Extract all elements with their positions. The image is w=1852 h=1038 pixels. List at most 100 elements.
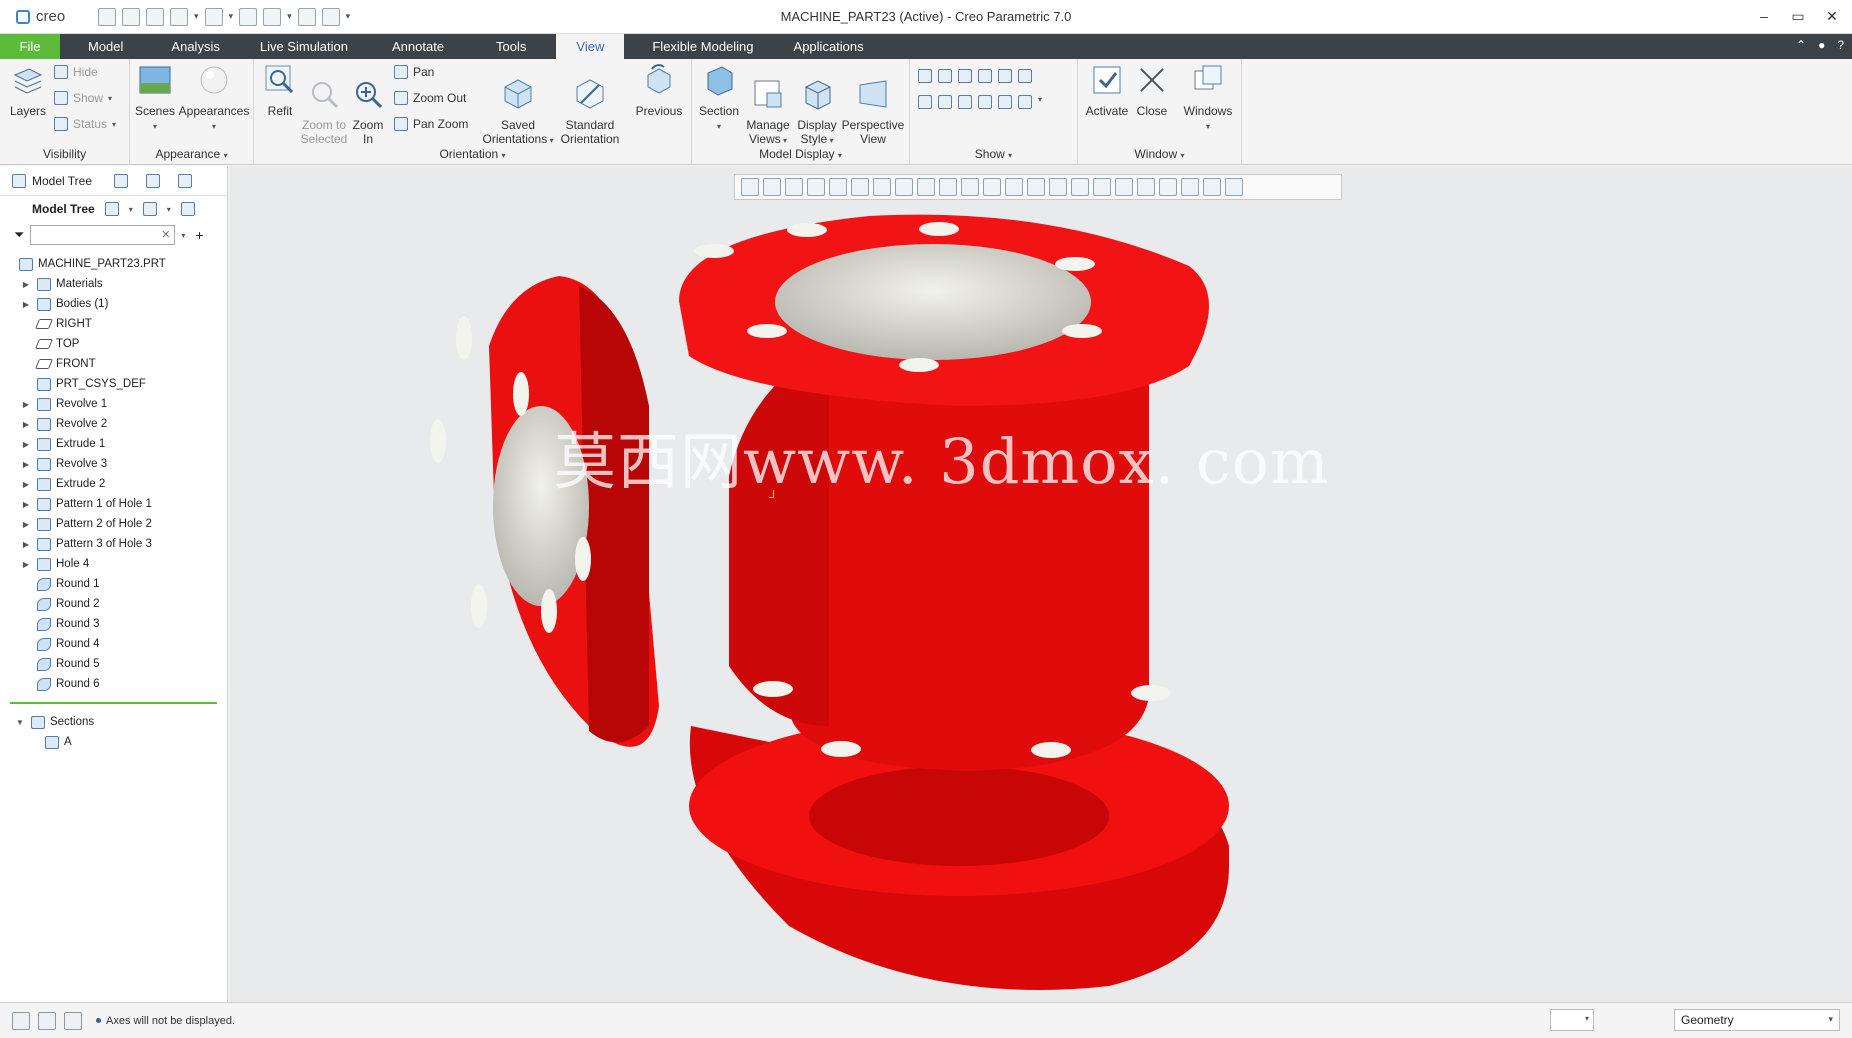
refit-button[interactable]: Refit (260, 63, 300, 118)
collapse-ribbon-icon[interactable]: ⌃ (1796, 38, 1806, 52)
show-dropdown-tree[interactable]: ▾ (167, 205, 171, 214)
selection-filter-select[interactable]: Geometry ▾ (1674, 1009, 1840, 1031)
csys-tag-icon[interactable] (978, 95, 992, 109)
saved-orientations-button[interactable]: Saved Orientations ▾ (482, 63, 554, 148)
windows-icon[interactable] (263, 7, 282, 26)
expand-arrow-icon[interactable]: ▶ (20, 500, 32, 509)
tree-item[interactable]: ▶ Hole 4 (0, 554, 227, 574)
history-icon[interactable] (178, 173, 193, 188)
tree-item[interactable]: ▶ Materials (0, 274, 227, 294)
expand-arrow-icon[interactable]: ▶ (20, 480, 32, 489)
tree-filter-icon[interactable] (180, 202, 195, 216)
tree-settings-dropdown[interactable]: ▾ (129, 205, 133, 214)
tree-root[interactable]: MACHINE_PART23.PRT (0, 254, 227, 274)
group-label-window[interactable]: Window ▾ (1078, 147, 1241, 161)
tree-item[interactable]: Round 6 (0, 674, 227, 694)
browser-toggle-icon[interactable] (38, 1011, 56, 1030)
tree-item[interactable]: ▶ Pattern 1 of Hole 1 (0, 494, 227, 514)
close-icon[interactable]: ✕ (1822, 6, 1842, 26)
add-filter-icon[interactable]: + (195, 227, 203, 243)
graphics-window[interactable]: ⅃ 莫西网www. 3dmox. com (229, 166, 1852, 1002)
tree-item[interactable]: Round 3 (0, 614, 227, 634)
activate-button[interactable]: Activate (1082, 63, 1132, 118)
collapse-arrow-icon[interactable]: ▼ (14, 718, 26, 727)
expand-arrow-icon[interactable]: ▶ (20, 400, 32, 409)
appearances-button[interactable]: Appearances ▾ (176, 63, 252, 134)
expand-arrow-icon[interactable]: ▶ (20, 460, 32, 469)
close-window-icon[interactable] (297, 7, 316, 26)
display-style-button[interactable]: Display Style ▾ (794, 63, 840, 148)
undo-dropdown[interactable]: ▾ (194, 11, 199, 22)
customize-icon[interactable] (321, 7, 340, 26)
tab-flexible-modeling[interactable]: Flexible Modeling (624, 34, 773, 59)
tree-item[interactable]: ▶ Revolve 2 (0, 414, 227, 434)
redo-dropdown[interactable]: ▾ (229, 11, 234, 22)
scenes-button[interactable]: Scenes ▾ (132, 63, 178, 134)
tree-item[interactable]: Round 1 (0, 574, 227, 594)
point-tag-icon[interactable] (958, 95, 972, 109)
tree-item[interactable]: ▶ Revolve 3 (0, 454, 227, 474)
axis-display-icon[interactable] (938, 69, 952, 83)
section-button[interactable]: Section ▾ (696, 63, 742, 134)
minimize-icon[interactable]: – (1754, 6, 1774, 26)
zoom-to-selected-button[interactable]: Zoom to Selected (296, 63, 352, 146)
search-dropdown[interactable]: ▾ (181, 231, 185, 240)
tab-applications[interactable]: Applications (774, 34, 884, 59)
group-label-appearance[interactable]: Appearance ▾ (130, 147, 253, 161)
pan-zoom-button[interactable]: Pan Zoom (394, 117, 468, 131)
tree-section-item[interactable]: A (0, 732, 227, 752)
full-screen-icon[interactable] (64, 1011, 82, 1030)
tree-item[interactable]: ▶ Bodies (1) (0, 294, 227, 314)
favorites-icon[interactable] (146, 173, 161, 188)
group-label-model-display[interactable]: Model Display ▾ (692, 147, 909, 161)
qat-customize-dropdown[interactable]: ▾ (346, 11, 351, 22)
previous-button[interactable]: Previous (632, 63, 686, 118)
tree-sections[interactable]: ▼ Sections (0, 712, 227, 732)
tab-analysis[interactable]: Analysis (143, 34, 239, 59)
tree-item[interactable]: ▶ Revolve 1 (0, 394, 227, 414)
undo-icon[interactable] (170, 7, 188, 26)
tab-model-tree[interactable]: Model Tree (12, 173, 92, 188)
folder-browser-icon[interactable] (114, 173, 129, 188)
spin-center-icon[interactable] (998, 69, 1012, 83)
expand-arrow-icon[interactable]: ▶ (20, 440, 32, 449)
windows-dropdown[interactable]: ▾ (287, 11, 292, 22)
plane-display-icon[interactable] (918, 69, 932, 83)
tab-annotate[interactable]: Annotate (368, 34, 464, 59)
navigator-toggle-icon[interactable] (12, 1011, 30, 1030)
expand-arrow-icon[interactable]: ▶ (20, 280, 32, 289)
close-button[interactable]: Close (1132, 63, 1172, 118)
maximize-icon[interactable]: ▭ (1788, 6, 1808, 26)
zoom-in-button[interactable]: Zoom In (350, 63, 386, 146)
tree-item[interactable]: PRT_CSYS_DEF (0, 374, 227, 394)
tree-settings-icon[interactable] (104, 202, 119, 216)
show-icon-tree[interactable] (142, 202, 157, 216)
filter-funnel-icon[interactable]: ⏷ (14, 227, 24, 243)
tab-view[interactable]: View (556, 34, 625, 59)
csys-display-icon[interactable] (978, 69, 992, 83)
tab-model[interactable]: Model (60, 34, 143, 59)
save-icon[interactable] (146, 7, 164, 26)
find-button[interactable]: ▾ (1550, 1009, 1594, 1031)
pan-button[interactable]: Pan (394, 65, 434, 79)
point-display-icon[interactable] (958, 69, 972, 83)
group-label-orientation[interactable]: Orientation ▾ (254, 147, 691, 161)
tree-search-input[interactable]: ✕ (30, 225, 176, 245)
expand-arrow-icon[interactable]: ▶ (20, 520, 32, 529)
tree-item[interactable]: TOP (0, 334, 227, 354)
tree-item[interactable]: ▶ Extrude 2 (0, 474, 227, 494)
expand-arrow-icon[interactable]: ▶ (20, 540, 32, 549)
plane-tag-icon[interactable] (918, 95, 932, 109)
tab-file[interactable]: File (0, 34, 60, 59)
zoom-out-button[interactable]: Zoom Out (394, 91, 466, 105)
tree-item[interactable]: Round 2 (0, 594, 227, 614)
expand-arrow-icon[interactable]: ▶ (20, 420, 32, 429)
show-button[interactable]: Show ▾ (54, 91, 112, 105)
expand-arrow-icon[interactable]: ▶ (20, 300, 32, 309)
show-more-dropdown[interactable]: ▾ (1038, 95, 1042, 109)
annotation-display-icon[interactable] (998, 95, 1012, 109)
tree-item[interactable]: Round 4 (0, 634, 227, 654)
status-button[interactable]: Status ▾ (54, 117, 116, 131)
tree-item[interactable]: ▶ Pattern 3 of Hole 3 (0, 534, 227, 554)
expand-arrow-icon[interactable]: ▶ (20, 560, 32, 569)
